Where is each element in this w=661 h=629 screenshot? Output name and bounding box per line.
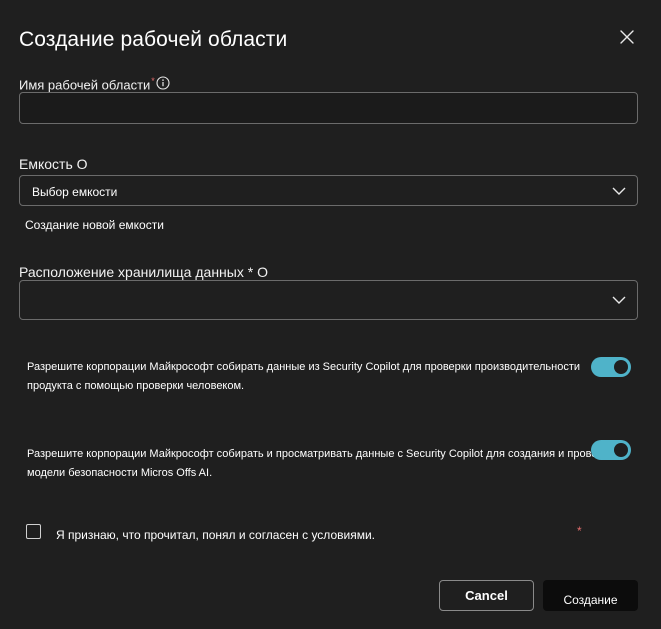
info-icon[interactable] [156, 76, 170, 93]
chevron-down-icon [612, 296, 626, 304]
terms-label: Я признаю, что прочитал, понял и согласе… [56, 528, 375, 542]
workspace-name-input[interactable] [19, 92, 638, 124]
terms-checkbox[interactable] [26, 524, 41, 539]
consent-toggle-security-model[interactable] [591, 440, 631, 460]
close-button[interactable] [614, 24, 640, 50]
create-capacity-link[interactable]: Создание новой емкости [25, 218, 164, 232]
workspace-name-label-text: Имя рабочей области [19, 77, 151, 93]
terms-required-mark: * [577, 524, 582, 538]
create-button[interactable]: Создание [543, 580, 638, 611]
storage-location-label: Расположение хранилища данных * О [19, 264, 268, 280]
consent-text-product-performance: Разрешите корпорации Майкрософт собирать… [27, 361, 581, 392]
create-workspace-dialog: Создание рабочей области Имя рабочей обл… [0, 0, 661, 629]
capacity-select[interactable]: Выбор емкости [19, 175, 638, 206]
toggle-knob [614, 443, 628, 457]
cancel-button[interactable]: Cancel [439, 580, 534, 611]
consent-text-security-model: Разрешите корпорации Майкрософт собирать… [27, 448, 615, 479]
required-mark: * [151, 76, 155, 86]
consent-toggle-product-performance[interactable] [591, 357, 631, 377]
capacity-label: Емкость О [19, 156, 88, 172]
toggle-knob [614, 360, 628, 374]
chevron-down-icon [612, 187, 626, 195]
dialog-title: Создание рабочей области [19, 28, 288, 51]
capacity-selected-value: Выбор емкости [32, 185, 118, 199]
close-icon [620, 30, 634, 44]
storage-location-select[interactable] [19, 280, 638, 320]
